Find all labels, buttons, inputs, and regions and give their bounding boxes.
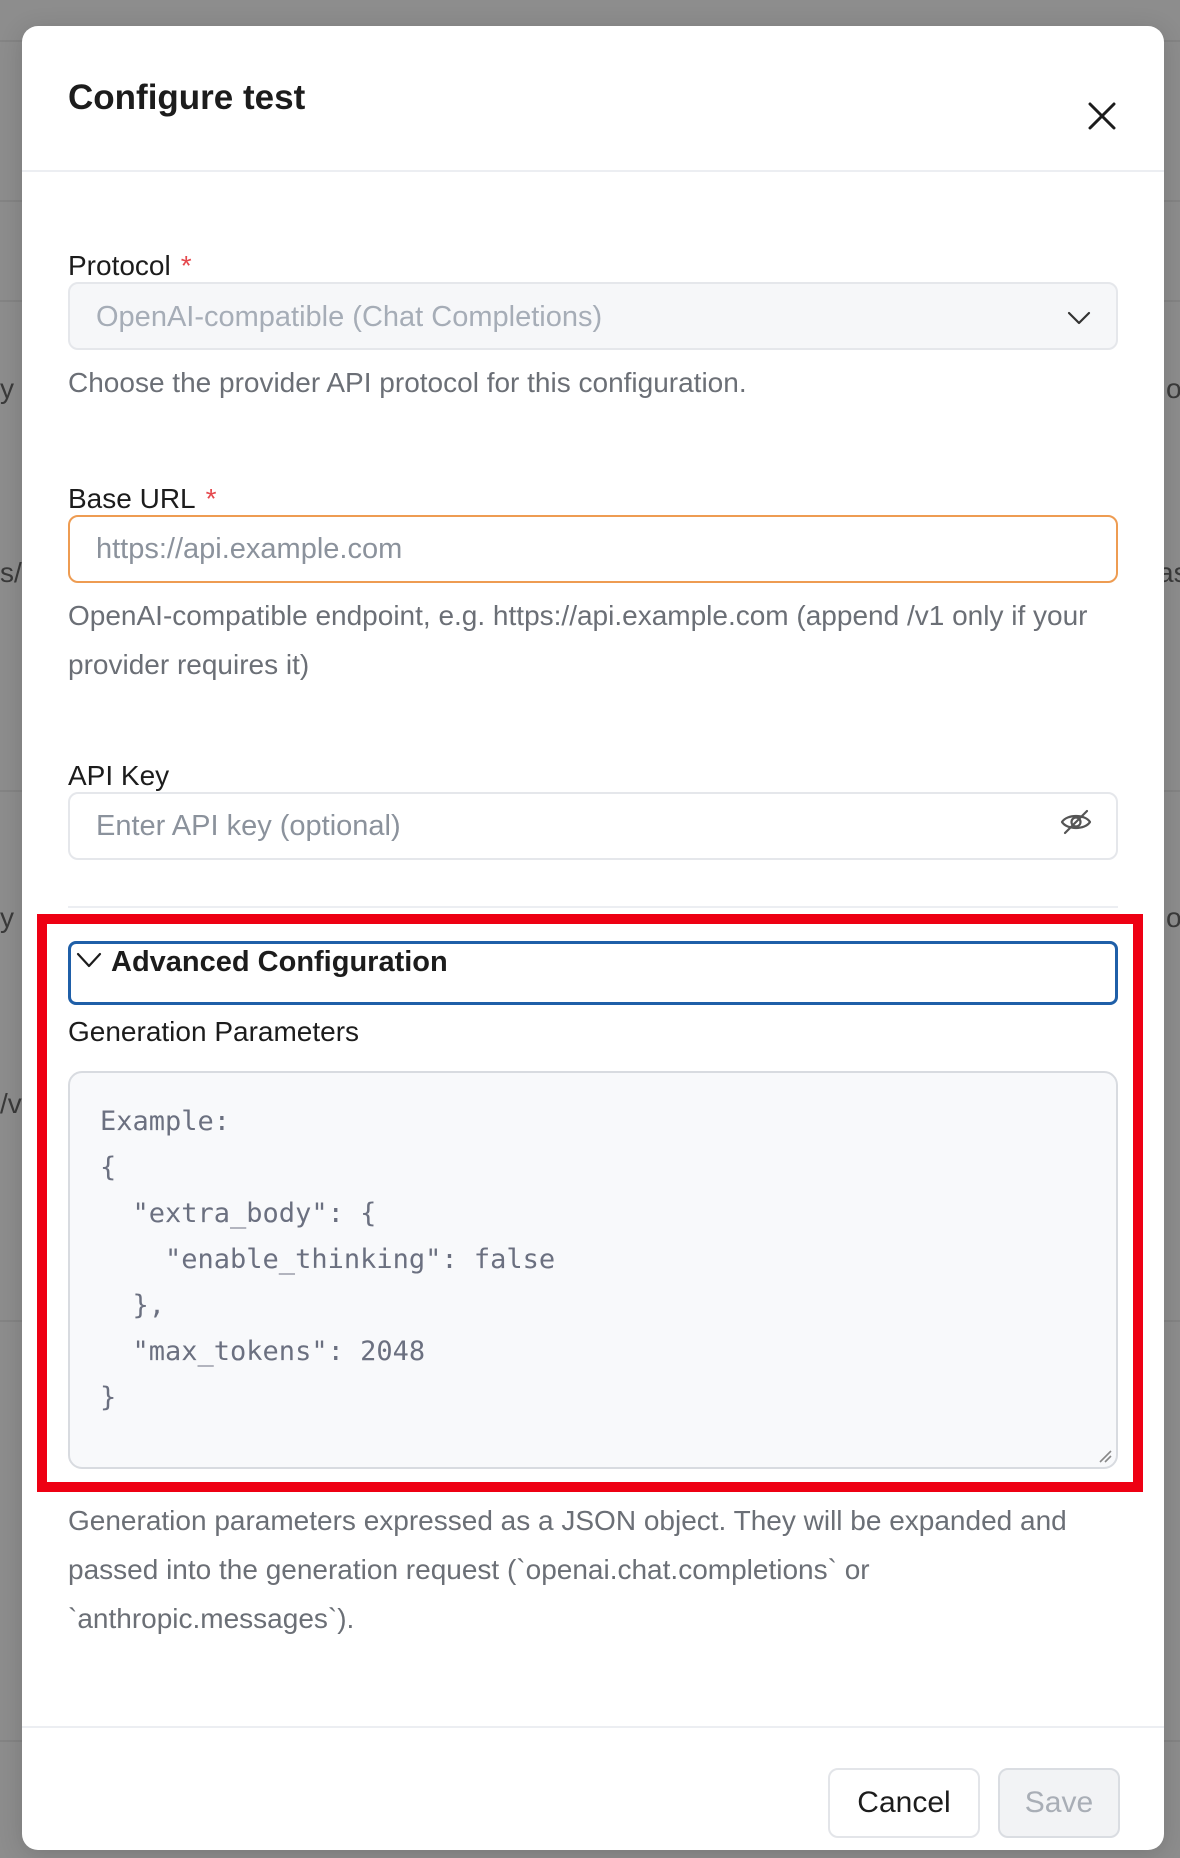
section-divider — [68, 906, 1118, 908]
generation-parameters-label: Generation Parameters — [68, 1016, 360, 1047]
base-url-label-text: Base URL — [68, 483, 196, 514]
toggle-key-visibility-button[interactable] — [1058, 804, 1094, 840]
background-text: o — [1166, 902, 1180, 933]
background-text: /v — [0, 1088, 22, 1119]
close-button[interactable] — [1082, 96, 1122, 136]
advanced-configuration-toggle[interactable]: Advanced Configuration — [68, 941, 1118, 1005]
base-url-help-text: OpenAI-compatible endpoint, e.g. https:/… — [68, 600, 1088, 680]
configure-test-dialog: Configure test Protocol * OpenAI-compatib… — [22, 26, 1164, 1850]
save-button[interactable]: Save — [998, 1768, 1120, 1838]
api-key-input[interactable] — [68, 792, 1118, 860]
base-url-input[interactable] — [68, 515, 1118, 583]
protocol-label-text: Protocol — [68, 250, 171, 281]
base-url-label: Base URL * — [68, 483, 217, 515]
protocol-select[interactable]: OpenAI-compatible (Chat Completions) — [68, 282, 1118, 350]
generation-parameters-textarea[interactable]: Example: { "extra_body": { "enable_think… — [68, 1071, 1118, 1469]
chevron-down-icon — [1067, 311, 1091, 325]
background-text: o — [1166, 373, 1180, 404]
dialog-footer: Cancel Save — [22, 1726, 1164, 1850]
protocol-label: Protocol * — [68, 250, 192, 282]
api-key-label: API Key — [68, 760, 170, 791]
dialog-title: Configure test — [68, 78, 306, 117]
cancel-button[interactable]: Cancel — [828, 1768, 980, 1838]
required-mark: * — [180, 250, 192, 281]
dialog-header: Configure test — [22, 26, 1164, 172]
chevron-down-icon — [76, 952, 102, 968]
close-icon — [1088, 102, 1116, 130]
resize-handle-icon[interactable] — [1096, 1447, 1112, 1463]
generation-parameters-help-text: Generation parameters expressed as a JSO… — [68, 1505, 1067, 1634]
background-text: s/ — [0, 557, 22, 588]
generation-parameters-placeholder: Example: { "extra_body": { "enable_think… — [100, 1106, 556, 1413]
advanced-configuration-label: Advanced Configuration — [111, 946, 448, 978]
eye-off-icon — [1060, 809, 1092, 835]
required-mark: * — [205, 483, 217, 514]
protocol-help-text: Choose the provider API protocol for thi… — [68, 367, 747, 398]
protocol-selected-value: OpenAI-compatible (Chat Completions) — [96, 301, 603, 333]
